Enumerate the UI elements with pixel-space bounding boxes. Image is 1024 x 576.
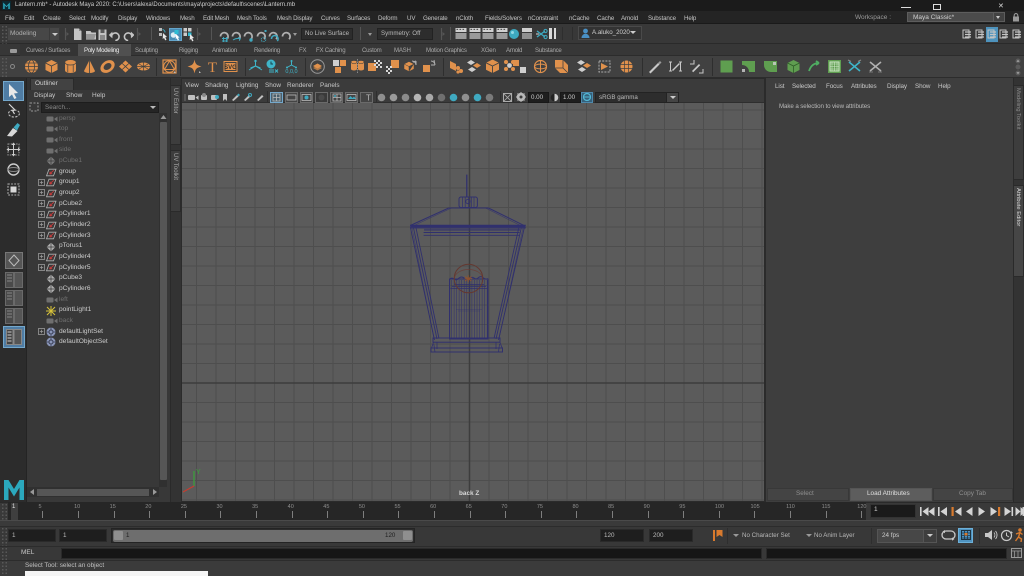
svg-text:0,0,0: 0,0,0 xyxy=(285,69,297,74)
svg-text:T: T xyxy=(208,60,217,74)
svg-text:T: T xyxy=(366,93,371,102)
svg-text:SVG: SVG xyxy=(224,65,237,71)
svg-text:Y: Y xyxy=(196,469,201,476)
